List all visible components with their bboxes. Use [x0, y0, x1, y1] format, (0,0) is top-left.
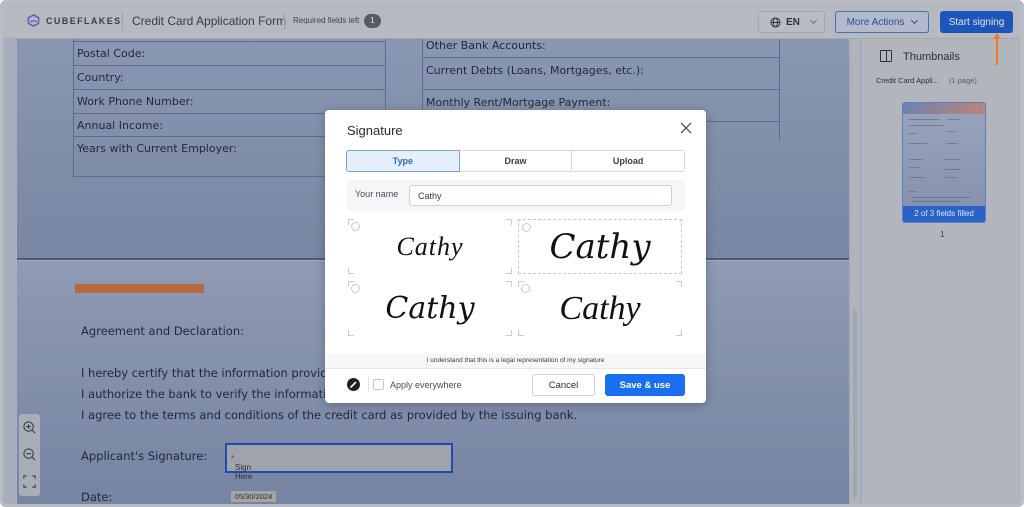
thumbnails-panel: Thumbnails Credit Card Appli... (1 page)…: [861, 39, 1021, 504]
chevron-down-icon: [809, 16, 817, 25]
signature-preview: Cathy: [385, 291, 475, 326]
signature-field[interactable]: Sign Here *: [225, 443, 453, 481]
brand-logo: CUBEFLAKES: [27, 14, 122, 27]
table-row: Current Debts (Loans, Mortgages, etc.):: [423, 58, 779, 90]
name-input[interactable]: [409, 185, 672, 206]
thumbnail-page-count: (1 page): [949, 76, 977, 85]
thumbnail-line: [947, 131, 955, 132]
thumbnail-document-name: Credit Card Appli...: [876, 76, 939, 85]
signature-mode-tabs: Type Draw Upload: [346, 150, 685, 172]
pen-icon[interactable]: [347, 378, 360, 391]
signature-option-selected[interactable]: Cathy: [518, 219, 682, 274]
thumbnails-title: Thumbnails: [903, 51, 960, 63]
table-row: Country:: [74, 66, 385, 90]
thumbnail-line: [909, 143, 927, 144]
thumbnail-line: [909, 159, 923, 160]
divider: [284, 12, 285, 30]
agreement-line: I agree to the terms and conditions of t…: [81, 408, 578, 422]
divider: [122, 12, 123, 30]
close-icon[interactable]: [679, 121, 693, 135]
apply-everywhere-checkbox[interactable]: [373, 379, 384, 390]
footer-divider: [325, 368, 706, 369]
thumbnail-header: [903, 103, 985, 114]
thumbnail-line: [911, 197, 971, 198]
thumbnail-line: [945, 169, 961, 170]
name-row: Your name: [347, 180, 685, 211]
thumbnail-line: [945, 177, 957, 178]
signature-preview: Cathy: [396, 231, 464, 261]
page-thumbnail[interactable]: 2 of 3 fields filled: [902, 102, 986, 223]
cancel-button[interactable]: Cancel: [532, 374, 595, 396]
zoom-in-icon[interactable]: [22, 420, 37, 435]
thumbnail-line: [909, 167, 919, 168]
signature-preview: Cathy: [559, 289, 641, 327]
thumbnail-line: [911, 201, 961, 202]
tab-type[interactable]: Type: [346, 150, 460, 172]
required-mark: *: [231, 454, 235, 463]
agreement-heading: Agreement and Declaration:: [81, 324, 244, 338]
thumbnail-line: [909, 177, 925, 178]
more-actions-label: More Actions: [846, 16, 905, 28]
thumbnail-page-number: 1: [940, 230, 945, 239]
start-signing-label: Start signing: [948, 16, 1005, 28]
signature-option[interactable]: Cathy: [348, 281, 512, 336]
panel-toggle-icon[interactable]: [880, 50, 892, 62]
table-row: Postal Code:: [74, 42, 385, 66]
globe-icon: [770, 16, 781, 28]
language-selector[interactable]: EN: [758, 11, 825, 33]
zoom-out-icon[interactable]: [22, 447, 37, 462]
fields-filled-status: 2 of 3 fields filled: [903, 206, 985, 222]
app-window: State/Province: Postal Code: Country: Wo…: [0, 0, 1024, 507]
cube-logo-icon: [27, 14, 40, 27]
tab-upload[interactable]: Upload: [572, 151, 684, 171]
tab-draw[interactable]: Draw: [460, 151, 573, 171]
signature-option[interactable]: Cathy: [348, 219, 512, 274]
dialog-title: Signature: [347, 123, 403, 138]
signature-field-placeholder: Sign Here: [235, 463, 253, 481]
annotation-arrow-icon: [993, 33, 1001, 65]
date-field[interactable]: 05/30/2024: [231, 491, 276, 502]
thumbnail-line: [909, 191, 917, 192]
thumbnail-line: [947, 119, 959, 120]
thumbnail-line: [909, 125, 943, 126]
agreement-line: I hereby certify that the information pr…: [81, 366, 342, 380]
thumbnail-line: [909, 133, 917, 134]
signature-option[interactable]: Cathy: [518, 281, 682, 336]
apply-everywhere-label[interactable]: Apply everywhere: [390, 380, 462, 390]
divider: [368, 376, 369, 392]
thumbnail-line: [947, 143, 957, 144]
signature-label: Applicant's Signature:: [81, 449, 208, 463]
name-label: Your name: [355, 189, 399, 199]
zoom-toolbar: [19, 414, 40, 496]
more-actions-button[interactable]: More Actions: [835, 11, 929, 33]
document-title: Credit Card Application Form: [132, 14, 287, 28]
scrollbar-thumb[interactable]: [853, 309, 857, 499]
brand-name: CUBEFLAKES: [46, 15, 122, 26]
signature-preview: Cathy: [549, 226, 651, 267]
section-accent-bar: [75, 284, 204, 293]
language-value: EN: [786, 16, 800, 28]
signature-dialog: Signature Type Draw Upload Your name Cat…: [325, 110, 706, 403]
thumbnail-line: [945, 159, 959, 160]
required-fields-count: 1: [364, 14, 381, 28]
date-label: Date:: [81, 490, 113, 504]
top-toolbar: CUBEFLAKES Credit Card Application Form …: [3, 3, 1021, 39]
legal-notice: I understand that this is a legal repres…: [426, 357, 605, 364]
chevron-down-icon: [911, 16, 919, 25]
required-fields-label: Required fields left: [293, 16, 360, 25]
start-signing-button[interactable]: Start signing: [940, 11, 1013, 33]
thumbnail-line: [909, 119, 939, 120]
agreement-line: I authorize the bank to verify the infor…: [81, 387, 352, 401]
fullscreen-icon[interactable]: [22, 474, 37, 489]
save-and-use-button[interactable]: Save & use: [605, 374, 685, 396]
